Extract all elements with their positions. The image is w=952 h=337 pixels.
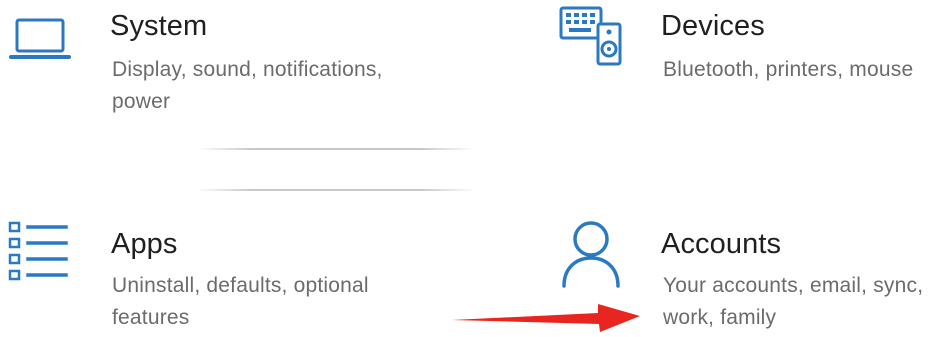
tile-apps-description: Uninstall, defaults, optional features	[112, 274, 369, 329]
tile-accounts-title: Accounts	[661, 228, 782, 260]
settings-page: System Display, sound, notifications, po…	[0, 0, 952, 337]
tile-devices-description: Bluetooth, printers, mouse	[663, 58, 914, 81]
annotation-arrow-icon	[452, 304, 640, 332]
tile-system[interactable]: System Display, sound, notifications, po…	[0, 0, 470, 130]
tile-system-title: System	[110, 10, 208, 42]
separator-line-top	[196, 148, 476, 150]
separator-line-bottom	[196, 189, 476, 191]
laptop-icon	[9, 18, 71, 59]
tile-apps[interactable]: Apps Uninstall, defaults, optional featu…	[0, 212, 470, 337]
tile-apps-title: Apps	[111, 228, 178, 260]
keyboard-speaker-icon	[559, 6, 622, 66]
tile-accounts-description: Your accounts, email, sync, work, family	[663, 274, 924, 329]
person-icon	[562, 221, 620, 288]
tile-devices-title: Devices	[661, 10, 765, 42]
app-list-icon	[8, 221, 68, 281]
tile-system-description: Display, sound, notifications, power	[112, 58, 383, 113]
tile-devices[interactable]: Devices Bluetooth, printers, mouse	[550, 0, 950, 130]
